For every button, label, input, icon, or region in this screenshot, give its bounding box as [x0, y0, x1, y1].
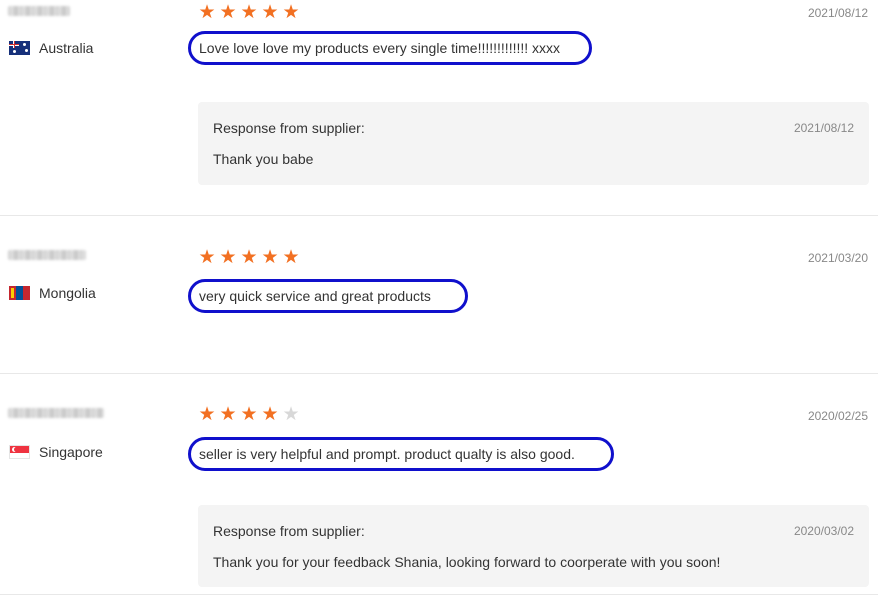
- response-date: 2020/03/02: [793, 524, 854, 538]
- singapore-flag-icon: [9, 445, 30, 459]
- star-icon: ★: [240, 247, 258, 268]
- star-icon: ★: [219, 247, 237, 268]
- star-icon: ★: [282, 2, 300, 23]
- reviewer-name-blurred: [8, 408, 104, 418]
- star-icon: ★: [282, 247, 300, 268]
- australia-flag-icon: [9, 41, 30, 55]
- review-comment-text: seller is very helpful and prompt. produ…: [199, 446, 575, 462]
- supplier-response: Response from supplier: 2021/08/12 Thank…: [198, 102, 869, 185]
- response-text: Thank you for your feedback Shania, look…: [213, 554, 721, 570]
- review-date: 2021/08/12: [807, 6, 868, 20]
- country-label: Singapore: [39, 444, 103, 460]
- response-date: 2021/08/12: [793, 121, 854, 135]
- reviewer-country: Singapore: [9, 444, 103, 460]
- response-label: Response from supplier:: [213, 523, 365, 539]
- review-item: Australia ★ ★ ★ ★ ★ 2021/08/12 Love love…: [0, 0, 878, 216]
- star-icon: ★: [219, 404, 237, 425]
- review-item: Singapore ★ ★ ★ ★ ★ 2020/02/25 seller is…: [0, 373, 878, 595]
- star-rating: ★ ★ ★ ★ ★: [197, 3, 301, 22]
- star-icon: ★: [240, 404, 258, 425]
- reviewer-name-blurred: [8, 250, 86, 260]
- star-rating: ★ ★ ★ ★ ★: [197, 248, 301, 267]
- response-label: Response from supplier:: [213, 120, 365, 136]
- review-comment: very quick service and great products: [188, 279, 468, 313]
- review-date: 2020/02/25: [807, 409, 868, 423]
- supplier-response: Response from supplier: 2020/03/02 Thank…: [198, 505, 869, 587]
- review-item: Mongolia ★ ★ ★ ★ ★ 2021/03/20 very quick…: [0, 215, 878, 374]
- review-comment-text: very quick service and great products: [199, 288, 431, 304]
- response-text: Thank you babe: [213, 151, 314, 167]
- star-icon: ★: [261, 404, 279, 425]
- star-icon: ★: [198, 247, 216, 268]
- review-comment: seller is very helpful and prompt. produ…: [188, 437, 614, 471]
- star-empty-icon: ★: [282, 404, 300, 425]
- country-label: Australia: [39, 40, 94, 56]
- reviewer-country: Australia: [9, 40, 93, 56]
- review-comment-text: Love love love my products every single …: [199, 40, 561, 56]
- reviewer-name-blurred: [8, 6, 70, 16]
- star-icon: ★: [219, 2, 237, 23]
- star-icon: ★: [240, 2, 258, 23]
- mongolia-flag-icon: [9, 286, 30, 300]
- star-icon: ★: [198, 404, 216, 425]
- country-label: Mongolia: [39, 285, 96, 301]
- review-comment: Love love love my products every single …: [188, 31, 592, 65]
- review-date: 2021/03/20: [807, 251, 868, 265]
- star-rating: ★ ★ ★ ★ ★: [197, 405, 301, 424]
- reviewer-country: Mongolia: [9, 285, 96, 301]
- star-icon: ★: [261, 247, 279, 268]
- star-icon: ★: [198, 2, 216, 23]
- star-icon: ★: [261, 2, 279, 23]
